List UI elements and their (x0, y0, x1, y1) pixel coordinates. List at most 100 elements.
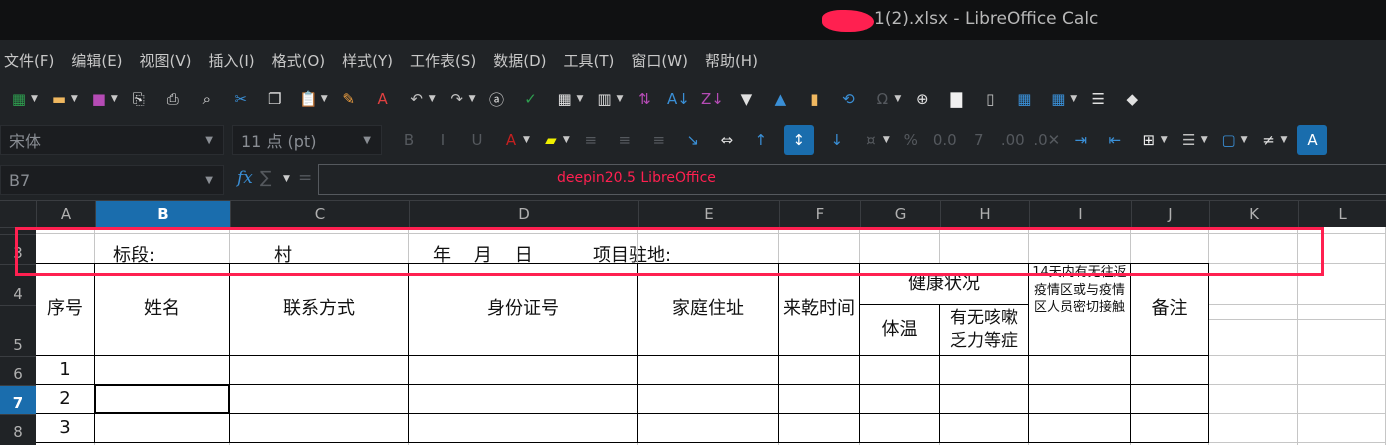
undo-icon[interactable]: ↶ (406, 88, 428, 110)
align-left-icon[interactable]: ≡ (580, 129, 602, 151)
column-icon[interactable]: ▥ (593, 88, 615, 110)
align-bottom-icon[interactable]: ↓ (826, 129, 848, 151)
show-draw-functions-icon[interactable]: ◆ (1121, 88, 1143, 110)
table-cell-seq[interactable]: 2 (36, 384, 95, 414)
decrease-indent-icon[interactable]: ⇤ (1104, 129, 1126, 151)
dropdown-arrow-icon[interactable]: ▼ (563, 135, 570, 145)
delete-decimal-icon[interactable]: .0✕ (1033, 129, 1060, 151)
save-icon[interactable]: ■ (88, 88, 110, 110)
define-print-area-icon[interactable]: ▦ (1013, 88, 1035, 110)
underline-icon[interactable]: U (466, 129, 488, 151)
menu-item[interactable]: 工作表(S) (410, 50, 476, 71)
table-cell-address[interactable]: 家庭住址 (637, 263, 779, 356)
table-cell[interactable] (939, 413, 1029, 443)
menu-item[interactable]: 窗口(W) (631, 50, 688, 71)
table-cell-seq[interactable]: 3 (36, 413, 95, 443)
menu-item[interactable]: 插入(I) (209, 50, 255, 71)
menu-item[interactable]: 视图(V) (140, 50, 192, 71)
menu-item[interactable]: 文件(F) (4, 50, 54, 71)
styles-icon[interactable]: A (1297, 125, 1328, 155)
chevron-down-icon[interactable]: ▼ (205, 175, 213, 186)
table-cell[interactable] (1130, 384, 1209, 414)
row-header-5[interactable]: 5 (0, 305, 36, 356)
formula-input[interactable] (318, 164, 1386, 195)
column-header-J[interactable]: J (1131, 201, 1209, 228)
paste-icon[interactable]: 📋 (298, 88, 320, 110)
table-cell[interactable] (229, 413, 409, 443)
print-icon[interactable]: ⎙ (162, 88, 184, 110)
sort-icon[interactable]: ⇅ (633, 88, 655, 110)
cut-icon[interactable]: ✂ (230, 88, 252, 110)
table-cell-symptoms[interactable]: 有无咳嗽乏力等症 (939, 304, 1029, 356)
table-cell[interactable] (408, 413, 638, 443)
clone-formatting-icon[interactable]: ✎ (338, 88, 360, 110)
column-header-H[interactable]: H (940, 201, 1029, 228)
table-cell-contact[interactable]: 联系方式 (229, 263, 409, 356)
dropdown-arrow-icon[interactable]: ▼ (577, 94, 584, 104)
table-cell[interactable] (859, 384, 940, 414)
dropdown-arrow-icon[interactable]: ▼ (469, 94, 476, 104)
freeze-rows-columns-icon[interactable]: ▦ (1047, 88, 1069, 110)
split-window-icon[interactable]: ☰ (1087, 88, 1109, 110)
bold-icon[interactable]: B (398, 129, 420, 151)
row-header-6[interactable]: 6 (0, 356, 36, 385)
table-cell[interactable] (1028, 413, 1131, 443)
dropdown-arrow-icon[interactable]: ▼ (1281, 135, 1288, 145)
table-cell[interactable] (1028, 355, 1131, 385)
table-cell[interactable] (94, 384, 230, 414)
column-header-A[interactable]: A (36, 201, 95, 228)
dropdown-arrow-icon[interactable]: ▼ (1241, 135, 1248, 145)
formula-icon[interactable]: = (298, 168, 312, 188)
column-header-L[interactable]: L (1298, 201, 1386, 228)
borders-icon[interactable]: ⊞ (1138, 129, 1160, 151)
clear-formatting-icon[interactable]: A (372, 88, 394, 110)
comment-icon[interactable]: ▇ (945, 88, 967, 110)
table-cell[interactable] (408, 355, 638, 385)
dropdown-arrow-icon[interactable]: ▼ (1161, 135, 1168, 145)
dropdown-arrow-icon[interactable]: ▼ (321, 94, 328, 104)
table-cell-remarks[interactable]: 备注 (1130, 263, 1209, 356)
row-header-8[interactable]: 8 (0, 414, 36, 443)
autofilter-icon[interactable]: ▼ (735, 88, 757, 110)
redo-icon[interactable]: ↷ (446, 88, 468, 110)
number-format-icon[interactable]: 0.0 (933, 129, 957, 151)
menu-item[interactable]: 工具(T) (564, 50, 615, 71)
center-vertically-icon[interactable]: ↕ (783, 125, 814, 155)
percent-format-icon[interactable]: % (900, 129, 922, 151)
menu-item[interactable]: 样式(Y) (342, 50, 393, 71)
font-color-icon[interactable]: A (500, 129, 522, 151)
insert-chart-icon[interactable]: ▮ (803, 88, 825, 110)
column-header-F[interactable]: F (779, 201, 860, 228)
menu-item[interactable]: 编辑(E) (71, 50, 122, 71)
column-header-C[interactable]: C (230, 201, 409, 228)
table-cell[interactable] (637, 384, 779, 414)
wrap-text-icon[interactable]: ↘ (682, 129, 704, 151)
insert-image-icon[interactable]: ▲ (769, 88, 791, 110)
table-cell[interactable] (778, 413, 860, 443)
table-cell[interactable] (229, 355, 409, 385)
dropdown-arrow-icon[interactable]: ▼ (429, 94, 436, 104)
table-cell[interactable] (939, 355, 1029, 385)
menu-item[interactable]: 格式(O) (272, 50, 326, 71)
copy-icon[interactable]: ❐ (264, 88, 286, 110)
new-spreadsheet-icon[interactable]: ▦ (8, 88, 30, 110)
column-header-E[interactable]: E (638, 201, 779, 228)
hyperlink-icon[interactable]: ⊕ (911, 88, 933, 110)
function-wizard-icon[interactable]: fx (237, 168, 253, 188)
italic-icon[interactable]: I (432, 129, 454, 151)
dropdown-arrow-icon[interactable]: ▼ (523, 135, 530, 145)
table-cell[interactable] (778, 384, 860, 414)
table-cell[interactable] (229, 384, 409, 414)
table-cell-seq[interactable]: 序号 (36, 263, 95, 356)
chevron-down-icon[interactable]: ▼ (205, 135, 213, 146)
dropdown-arrow-icon[interactable]: ▼ (31, 94, 38, 104)
border-color-icon[interactable]: ▢ (1218, 129, 1240, 151)
table-cell[interactable] (94, 413, 230, 443)
column-header-G[interactable]: G (860, 201, 940, 228)
export-pdf-icon[interactable]: ⎘ (128, 88, 150, 110)
find-replace-icon[interactable]: ⓐ (486, 88, 508, 110)
dropdown-arrow-icon[interactable]: ▼ (616, 94, 623, 104)
add-decimal-icon[interactable]: .00 (1001, 129, 1025, 151)
highlight-color-icon[interactable]: ▰ (540, 129, 562, 151)
table-cell[interactable] (408, 384, 638, 414)
